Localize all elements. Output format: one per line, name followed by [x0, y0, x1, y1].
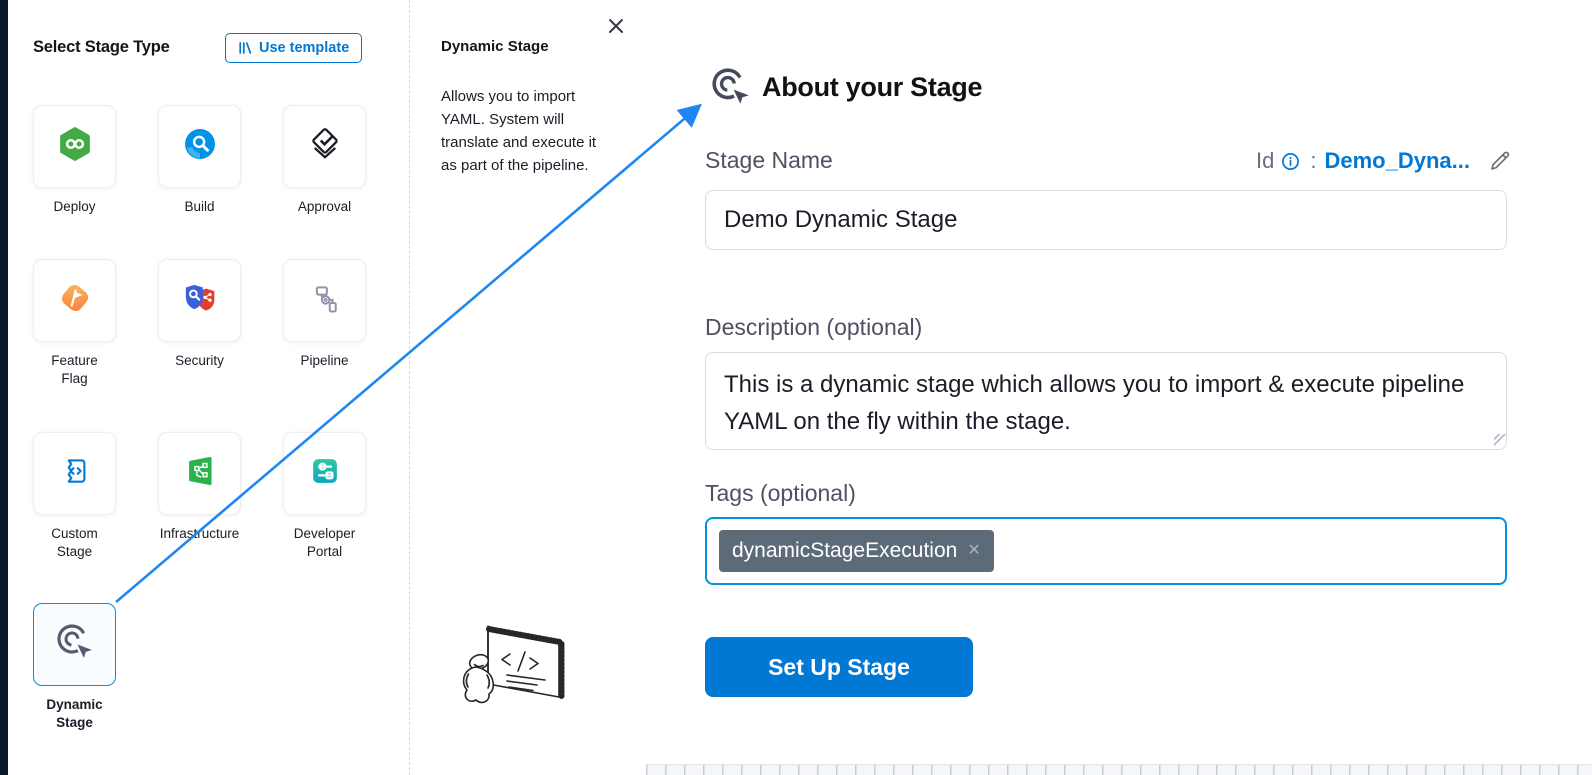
- stage-tile-dynamic-stage[interactable]: Dynamic Stage: [33, 603, 116, 686]
- description-textarea[interactable]: This is a dynamic stage which allows you…: [705, 352, 1507, 450]
- tag-chip: dynamicStageExecution ✕: [719, 530, 994, 572]
- approval-icon: [305, 124, 345, 169]
- stage-tile-label: Developer Portal: [250, 525, 400, 560]
- stage-setup-screen: Select Stage Type Use template Deploy Bu…: [0, 0, 1592, 775]
- template-library-icon: [238, 41, 252, 55]
- pipeline-canvas-grid-edge: [646, 764, 1592, 775]
- select-stage-type-title: Select Stage Type: [33, 38, 170, 57]
- textarea-resize-grip[interactable]: [1494, 434, 1506, 446]
- custom-stage-icon: [55, 451, 95, 496]
- presenter-illustration: [455, 618, 583, 725]
- stage-tile-custom-stage[interactable]: Custom Stage: [33, 432, 116, 515]
- dynamic-stage-icon: [710, 66, 752, 113]
- build-icon: [180, 124, 220, 169]
- infrastructure-icon: [180, 451, 220, 496]
- deploy-icon: [55, 124, 95, 169]
- stage-name-label: Stage Name: [705, 147, 833, 174]
- close-icon[interactable]: [604, 14, 628, 38]
- stage-id-value: Demo_Dyna...: [1325, 148, 1471, 174]
- stage-tile-pipeline[interactable]: Pipeline: [283, 259, 366, 342]
- tags-input[interactable]: dynamicStageExecution ✕: [705, 517, 1507, 585]
- stage-tile-label: Approval: [250, 198, 400, 216]
- tag-remove-icon[interactable]: ✕: [967, 543, 980, 559]
- drawer-title: Dynamic Stage: [441, 38, 549, 55]
- developer-portal-icon: [305, 451, 345, 496]
- stage-name-input[interactable]: [705, 190, 1507, 250]
- feature-flag-icon: [55, 278, 95, 323]
- use-template-button[interactable]: Use template: [225, 33, 362, 63]
- panel-divider: [409, 0, 410, 775]
- id-separator: :: [1310, 148, 1316, 174]
- stage-tile-security[interactable]: Security: [158, 259, 241, 342]
- left-nav-edge: [0, 0, 8, 775]
- security-icon: [180, 278, 220, 323]
- stage-tile-approval[interactable]: Approval: [283, 105, 366, 188]
- pencil-icon[interactable]: [1488, 149, 1512, 173]
- id-label: Id: [1256, 148, 1274, 174]
- stage-tile-developer-portal[interactable]: Developer Portal: [283, 432, 366, 515]
- description-label: Description (optional): [705, 314, 922, 341]
- info-icon[interactable]: [1281, 152, 1300, 171]
- about-stage-heading: About your Stage: [762, 72, 982, 103]
- stage-tile-infrastructure[interactable]: Infrastructure: [158, 432, 241, 515]
- tag-chip-text: dynamicStageExecution: [732, 539, 957, 563]
- stage-tile-label: Dynamic Stage: [0, 696, 150, 731]
- drawer-description: Allows you to import YAML. System will t…: [441, 85, 611, 177]
- use-template-label: Use template: [259, 40, 349, 56]
- stage-id-row: Id : Demo_Dyna...: [1256, 148, 1512, 174]
- stage-tile-feature-flag[interactable]: Feature Flag: [33, 259, 116, 342]
- pipeline-icon: [305, 278, 345, 323]
- stage-tile-build[interactable]: Build: [158, 105, 241, 188]
- tags-label: Tags (optional): [705, 480, 856, 507]
- stage-tile-label: Pipeline: [250, 352, 400, 370]
- set-up-stage-button[interactable]: Set Up Stage: [705, 637, 973, 697]
- stage-tile-deploy[interactable]: Deploy: [33, 105, 116, 188]
- dynamic-stage-icon: [55, 622, 95, 667]
